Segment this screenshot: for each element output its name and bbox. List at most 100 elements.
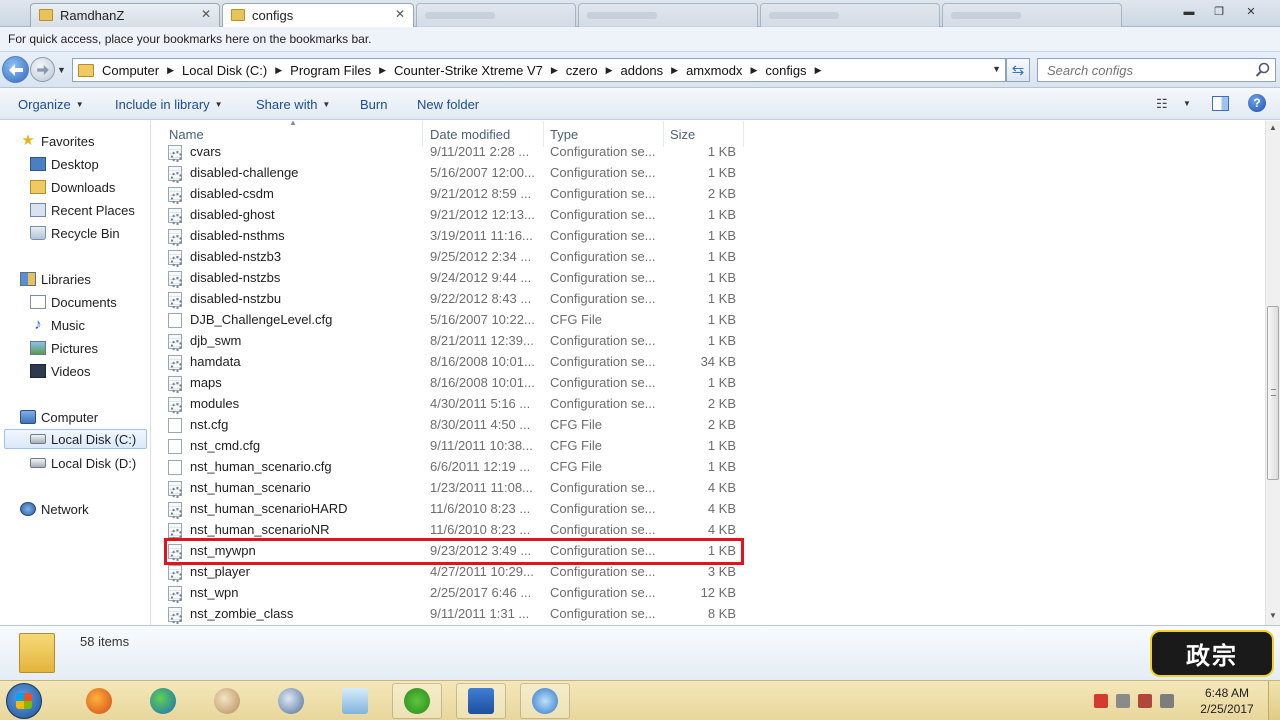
taskbar-network-app[interactable] [138,683,188,719]
scroll-up-icon[interactable]: ▲ [1269,123,1277,132]
change-view-icon[interactable]: ☷ [1156,96,1168,112]
file-row-disabled-ghost[interactable]: disabled-ghost 9/21/2012 12:13... Configur… [164,205,742,226]
new-folder-button[interactable]: New folder [417,97,479,112]
breadcrumb-amxmodx[interactable]: amxmodx ▶ [686,63,765,78]
file-row-nst-human-scenarionr[interactable]: nst_human_scenarioNR 11/6/2010 8:23 ... Co… [164,520,742,541]
file-row-nst-human-scenariohard[interactable]: nst_human_scenarioHARD 11/6/2010 8:23 ...… [164,499,742,520]
nav-desktop[interactable]: Desktop [30,154,99,174]
background-tab[interactable] [578,3,758,27]
nav-videos[interactable]: Videos [30,361,91,381]
file-row-disabled-nstzbu[interactable]: disabled-nstzbu 9/22/2012 8:43 ... Configu… [164,289,742,310]
file-row-nst-mywpn[interactable]: nst_mywpn 9/23/2012 3:49 ... Configuration… [164,541,742,562]
background-tab[interactable] [942,3,1122,27]
taskbar-safari[interactable] [520,683,570,719]
chevron-right-icon[interactable]: ▶ [606,65,613,76]
breadcrumb-addons[interactable]: addons ▶ [621,63,687,78]
show-desktop-button[interactable] [1268,681,1280,720]
file-row-nst-cfg[interactable]: nst.cfg 8/30/2011 4:50 ... CFG File 2 KB [164,415,742,436]
close-icon[interactable]: ✕ [201,7,211,21]
file-row-disabled-nstzb3[interactable]: disabled-nstzb3 9/25/2012 2:34 ... Configu… [164,247,742,268]
close-window-icon[interactable]: ✕ [1242,5,1260,21]
file-row-nst-human-scenario[interactable]: nst_human_scenario 1/23/2011 11:08... Conf… [164,478,742,499]
tab-ramdhanz[interactable]: RamdhanZ ✕ [30,3,220,27]
taskbar-notepad[interactable] [330,683,380,719]
taskbar-firefox[interactable] [74,683,124,719]
include-in-library-button[interactable]: Include in library ▼ [115,97,223,112]
volume-icon[interactable] [1160,694,1174,708]
address-bar[interactable]: Computer ▶ Local Disk (C:) ▶ Program Files… [72,58,1006,82]
share-with-button[interactable]: Share with ▼ [256,97,330,112]
file-row-nst-cmd-cfg[interactable]: nst_cmd.cfg 9/11/2011 10:38... CFG File 1 K… [164,436,742,457]
file-row-cvars[interactable]: cvars 9/11/2011 2:28 ... Configuration se.… [164,142,742,163]
background-tab[interactable] [760,3,940,27]
security-alert-icon[interactable] [1094,694,1108,708]
breadcrumb-configs[interactable]: configs ▶ [765,63,829,78]
nav-music[interactable]: ♪ Music [30,315,85,335]
forward-button[interactable] [30,57,55,82]
taskbar-clover-app[interactable] [392,683,442,719]
file-row-disabled-csdm[interactable]: disabled-csdm 9/21/2012 8:59 ... Configura… [164,184,742,205]
breadcrumb-local-disk-c[interactable]: Local Disk (C:) ▶ [182,63,290,78]
refresh-button[interactable]: ⇆ [1006,58,1030,82]
file-row-nst-player[interactable]: nst_player 4/27/2011 10:29... Configuratio… [164,562,742,583]
column-type[interactable]: Type [550,127,578,142]
network-status-icon[interactable] [1138,694,1152,708]
preview-pane-icon[interactable] [1212,96,1229,111]
start-button[interactable] [6,683,42,719]
nav-local-disk-d[interactable]: Local Disk (D:) [30,453,136,473]
tab-configs[interactable]: configs ✕ [222,3,414,28]
scrollbar-thumb[interactable] [1267,306,1279,480]
nav-pictures[interactable]: Pictures [30,338,98,358]
file-row-maps[interactable]: maps 8/16/2008 10:01... Configuration se..… [164,373,742,394]
chevron-right-icon[interactable]: ▶ [167,65,174,76]
breadcrumb-computer[interactable]: Computer ▶ [102,63,182,78]
burn-button[interactable]: Burn [360,97,387,112]
chevron-down-icon[interactable]: ▼ [1183,99,1191,108]
breadcrumb-program-files[interactable]: Program Files ▶ [290,63,394,78]
file-row-disabled-challenge[interactable]: disabled-challenge 5/16/2007 12:00... Conf… [164,163,742,184]
minimize-icon[interactable]: ▬ [1180,5,1198,21]
column-size[interactable]: Size [670,127,695,142]
file-row-nst-human-scenario-cfg[interactable]: nst_human_scenario.cfg 6/6/2011 12:19 ...… [164,457,742,478]
column-name[interactable]: Name [169,127,204,142]
close-icon[interactable]: ✕ [395,7,405,21]
file-row-djb-challengelevel-cfg[interactable]: DJB_ChallengeLevel.cfg 5/16/2007 10:22...… [164,310,742,331]
chevron-right-icon[interactable]: ▶ [750,65,757,76]
back-button[interactable] [2,56,29,83]
clock[interactable]: 6:48 AM 2/25/2017 [1192,685,1262,717]
nav-recent-places[interactable]: Recent Places [30,200,135,220]
file-row-disabled-nstzbs[interactable]: disabled-nstzbs 9/24/2012 9:44 ... Configu… [164,268,742,289]
nav-documents[interactable]: Documents [30,292,117,312]
nav-downloads[interactable]: Downloads [30,177,115,197]
nav-recycle-bin[interactable]: Recycle Bin [30,223,120,243]
vertical-scrollbar[interactable]: ▲ ▼ [1265,121,1280,625]
nav-network[interactable]: Network [20,499,89,519]
scroll-down-icon[interactable]: ▼ [1269,611,1277,620]
column-date-modified[interactable]: Date modified [430,127,510,142]
file-row-hamdata[interactable]: hamdata 8/16/2008 10:01... Configuration s… [164,352,742,373]
breadcrumb-counter-strike[interactable]: Counter-Strike Xtreme V7 ▶ [394,63,566,78]
chevron-right-icon[interactable]: ▶ [551,65,558,76]
taskbar-word[interactable] [456,683,506,719]
file-row-djb-swm[interactable]: djb_swm 8/21/2011 12:39... Configuration s… [164,331,742,352]
nav-libraries[interactable]: Libraries [20,269,91,289]
recent-pages-chevron-icon[interactable]: ▼ [57,65,66,75]
address-history-chevron-icon[interactable]: ▼ [992,64,1001,74]
search-input[interactable] [1038,59,1238,81]
chevron-right-icon[interactable]: ▶ [275,65,282,76]
file-row-nst-wpn[interactable]: nst_wpn 2/25/2017 6:46 ... Configuration s… [164,583,742,604]
search-box[interactable] [1037,58,1276,82]
nav-favorites[interactable]: ★ Favorites [20,131,94,151]
taskbar-messenger[interactable] [266,683,316,719]
restore-icon[interactable]: ❐ [1210,5,1228,21]
search-icon[interactable] [1255,62,1271,78]
column-divider[interactable] [743,121,744,147]
chevron-right-icon[interactable]: ▶ [379,65,386,76]
file-row-disabled-nsthms[interactable]: disabled-nsthms 3/19/2011 11:16... Configu… [164,226,742,247]
taskbar-paint[interactable] [202,683,252,719]
device-icon[interactable] [1116,694,1130,708]
new-tab-button[interactable] [416,3,576,27]
chevron-right-icon[interactable]: ▶ [815,65,822,76]
nav-local-disk-c[interactable]: Local Disk (C:) [4,429,147,449]
chevron-right-icon[interactable]: ▶ [671,65,678,76]
